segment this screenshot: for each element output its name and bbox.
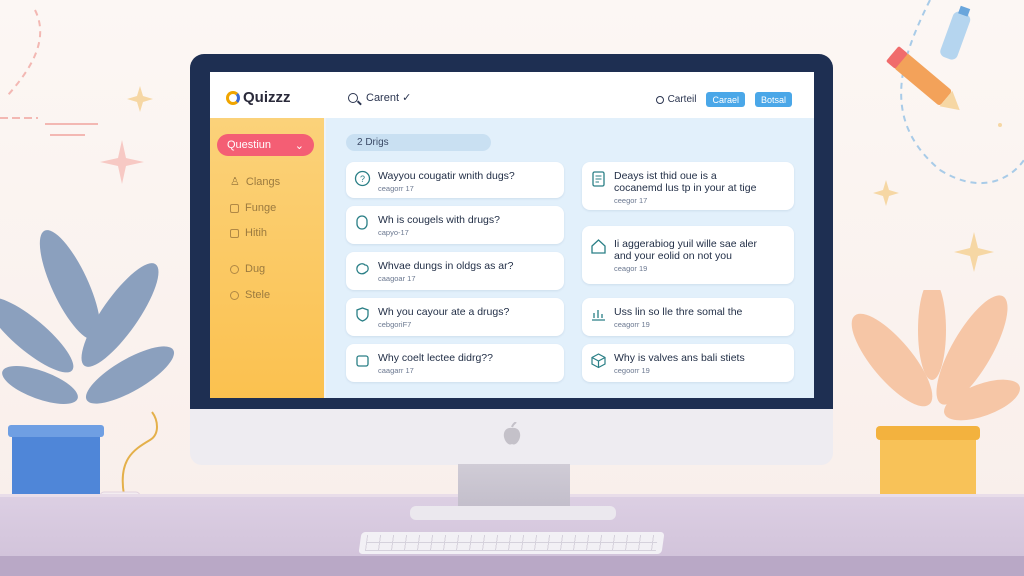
sidebar-item-label: Funge [245,202,277,214]
desk-front [0,556,1024,576]
sidebar-item-label: Hitih [245,227,268,239]
card-title-line2: and your eolid on not you [614,250,732,262]
search-icon [655,95,664,104]
pill-icon [356,215,368,230]
question-card[interactable]: Whvae dungs in oldgs as ar? caagoar 17 [346,252,564,290]
house-icon [591,239,606,254]
question-card[interactable]: Uss lin so lle thre somal the ceagorr 19 [582,298,794,336]
folder-icon [230,203,239,213]
app-logo[interactable]: Quizzz [226,89,291,106]
card-subtitle: caagarr 17 [378,366,414,375]
secondary-button[interactable]: Botsal [754,92,792,107]
cancel-link-label: Carteil [667,94,697,105]
card-subtitle: cebgoriF7 [378,320,412,329]
quiz-logo-icon [226,90,240,105]
sidebar-item-clangs[interactable]: ♙ Clangs [230,175,281,189]
sidebar-item-label: Clangs [245,175,281,188]
apple-logo-icon [503,422,521,445]
shield-icon [356,307,369,322]
sidebar-item-stele[interactable]: Stele [230,289,270,301]
card-title-line2: cocanemd lus tp in your at tige [614,182,757,194]
card-subtitle: caagoar 17 [378,274,416,283]
svg-text:?: ? [360,174,365,184]
top-bar: Carent ✓ Carteil Carael Botsal [326,72,814,118]
card-title: Uss lin so lle thre somal the [614,306,743,318]
logo-bar: Quizzz [210,72,326,118]
top-actions: Carteil Carael Botsal [655,92,792,107]
monitor-chin [190,409,833,465]
question-icon: ? [354,170,371,187]
box-icon [356,355,369,367]
user-icon: ♙ [230,176,240,188]
chevron-down-icon: ⌄ [294,139,304,152]
sidebar-item-label: Stele [245,289,271,301]
gear-icon [230,290,239,300]
question-card[interactable]: Wh you cayour ate a drugs? cebgoriF7 [346,298,564,336]
question-card[interactable]: Deays ist thid oue is a cocanemd lus tp i… [582,162,794,210]
monitor-stand-base [410,506,616,520]
card-title: Why is valves ans bali stiets [614,352,745,364]
clock-icon [230,264,239,274]
cube-icon [591,353,606,369]
card-subtitle: ceagor 19 [614,264,648,273]
primary-button[interactable]: Carael [706,92,745,107]
keyboard [358,532,665,554]
search-input[interactable]: Carent ✓ [348,91,411,104]
question-select-label: Questiun [227,139,272,151]
card-subtitle: cegoorr 19 [614,366,650,375]
sidebar: Questiun ⌄ ♙ Clangs Funge Hitih Dug Stel… [210,118,324,398]
question-card[interactable]: Ii aggerabiog yuil wille sae aler and you… [582,226,794,284]
cancel-link[interactable]: Carteil [655,94,697,105]
card-subtitle: ceegor 17 [614,196,648,205]
document-icon [592,171,605,187]
results-count: 2 Drigs [346,134,491,151]
sidebar-item-dug[interactable]: Dug [230,263,265,275]
grid-icon [230,228,239,238]
card-title: Wayyou cougatir wnith dugs? [378,170,515,182]
card-subtitle: ceagorr 19 [614,320,650,329]
card-subtitle: capyo-17 [378,228,409,237]
search-text: Carent ✓ [366,92,412,104]
sidebar-item-funge[interactable]: Funge [230,202,276,214]
question-card[interactable]: Why is valves ans bali stiets cegoorr 19 [582,344,794,382]
main-content: 2 Drigs ? Wayyou cougatir wnith dugs? cea… [326,118,814,398]
card-title: Whvae dungs in oldgs as ar? [378,260,514,272]
question-card[interactable]: ? Wayyou cougatir wnith dugs? ceagorr 17 [346,162,564,198]
sidebar-item-hitih[interactable]: Hitih [230,227,267,239]
chart-icon [592,310,605,321]
card-title: Why coelt lectee didrg?? [378,352,493,364]
question-card[interactable]: Why coelt lectee didrg?? caagarr 17 [346,344,564,382]
search-icon [348,92,358,103]
card-title: Ii aggerabiog yuil wille sae aler [614,238,757,250]
brain-icon [356,263,369,275]
app-logo-text: Quizzz [243,89,291,106]
question-card[interactable]: Wh is cougels with drugs? capyo-17 [346,206,564,244]
sidebar-item-label: Dug [245,263,266,275]
card-subtitle: ceagorr 17 [378,184,414,193]
card-title: Wh is cougels with drugs? [378,214,500,226]
card-title: Wh you cayour ate a drugs? [378,306,510,318]
monitor-stand [458,464,570,510]
question-select[interactable]: Questiun ⌄ [217,134,314,156]
card-title: Deays ist thid oue is a [614,170,717,182]
app-screen: Quizzz Carent ✓ Carteil Carael Botsal Qu… [210,72,814,398]
